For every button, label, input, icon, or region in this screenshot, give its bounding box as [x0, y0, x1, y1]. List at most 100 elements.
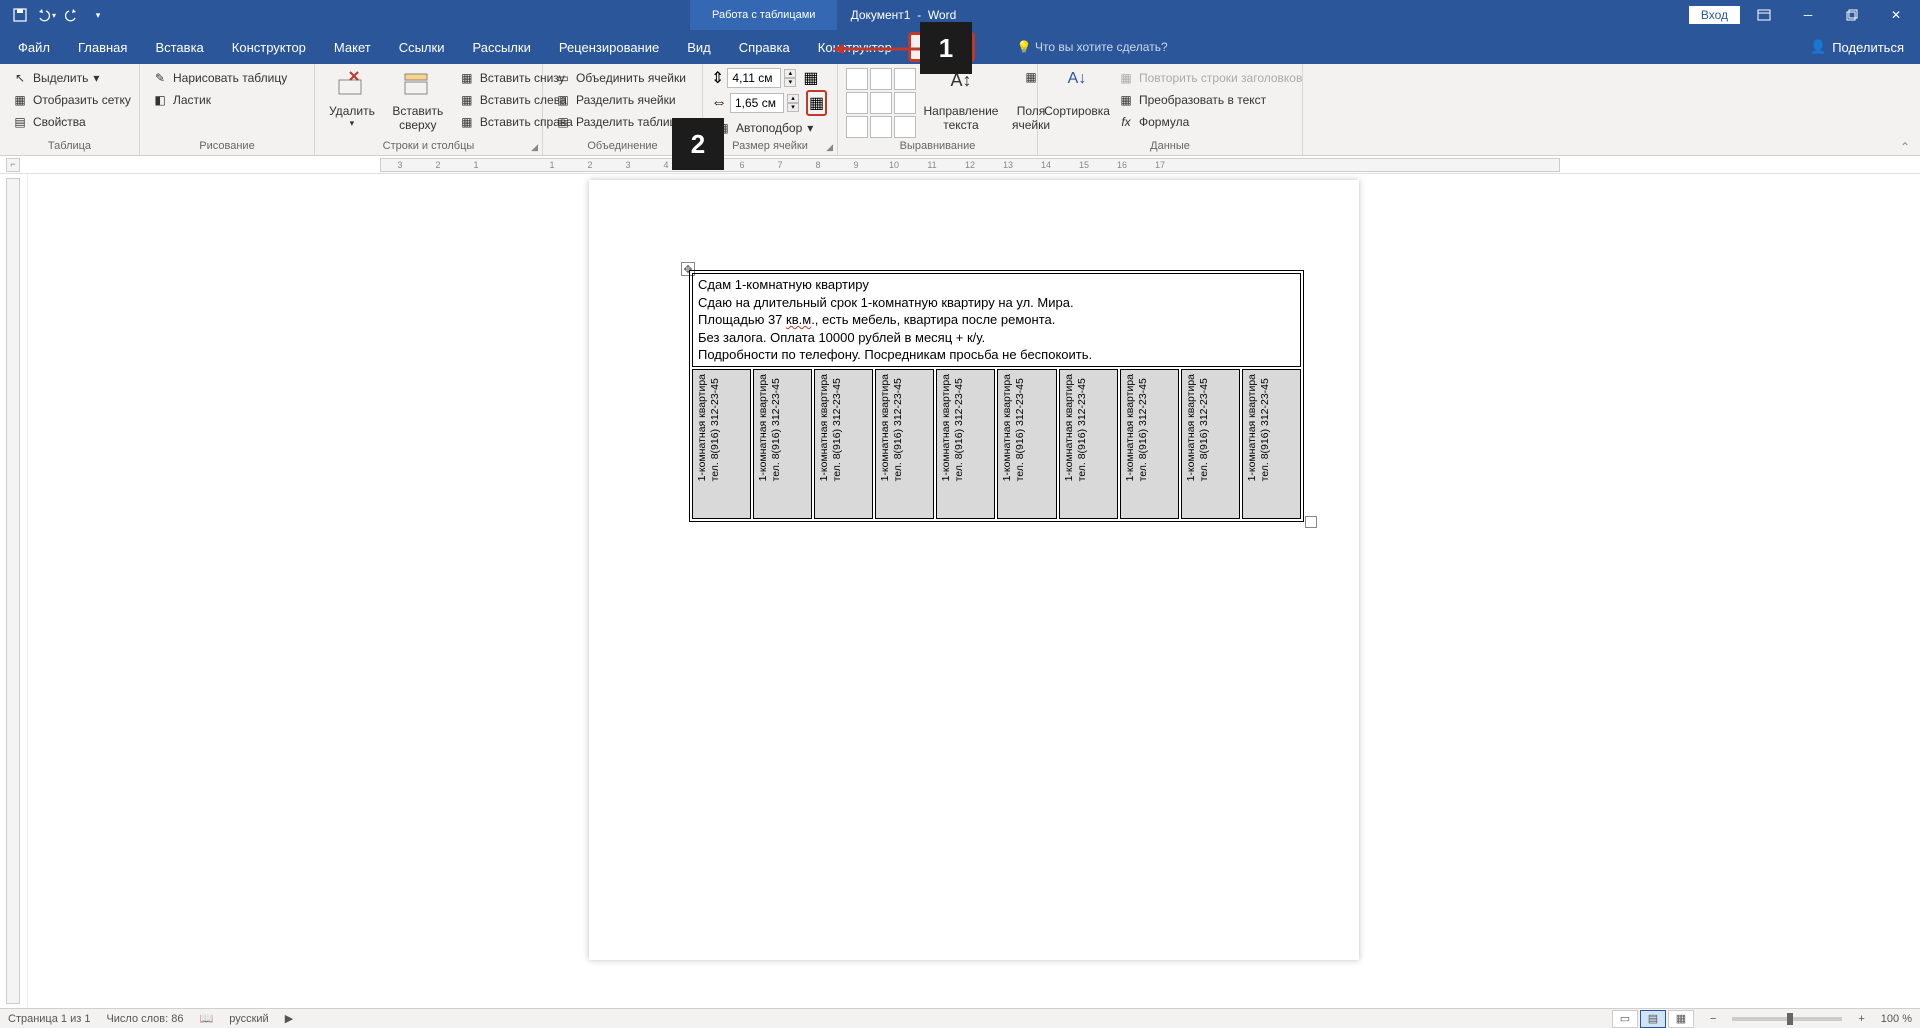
align-tc[interactable] — [870, 68, 892, 90]
document-table[interactable]: Сдам 1-комнатную квартиру Сдаю на длител… — [689, 270, 1304, 522]
zoom-level[interactable]: 100 % — [1881, 1013, 1912, 1025]
autofit-button[interactable]: ▦Автоподбор ▾ — [711, 118, 827, 138]
tab-home[interactable]: Главная — [64, 30, 141, 64]
split-icon: ▥ — [555, 92, 571, 108]
properties-button[interactable]: ▤Свойства — [8, 112, 135, 132]
qat-customize-icon[interactable]: ▾ — [88, 5, 108, 25]
view-print-layout[interactable]: ▤ — [1640, 1010, 1666, 1028]
tear-cell[interactable]: 1-комнатная квартирател. 8(916) 312-23-4… — [875, 369, 934, 519]
tell-me-search[interactable]: 💡 Что вы хотите сделать? — [977, 30, 1794, 64]
eraser-button[interactable]: ◧Ластик — [148, 90, 291, 110]
tab-layout[interactable]: Макет — [320, 30, 385, 64]
zoom-slider[interactable] — [1732, 1017, 1842, 1021]
split-cells-button[interactable]: ▥Разделить ячейки — [551, 90, 690, 110]
view-buttons: ▭ ▤ ▦ — [1612, 1010, 1694, 1028]
ribbon-display-icon[interactable] — [1744, 0, 1784, 30]
split-table-icon: ▤ — [555, 114, 571, 130]
col-width-input[interactable] — [730, 93, 784, 113]
align-tl[interactable] — [846, 68, 868, 90]
tab-design[interactable]: Конструктор — [218, 30, 320, 64]
zoom-out-button[interactable]: − — [1710, 1013, 1716, 1025]
zoom-in-button[interactable]: + — [1858, 1013, 1864, 1025]
align-bl[interactable] — [846, 116, 868, 138]
ruler-area: ⌐ 3211234567891011121314151617 — [0, 156, 1920, 174]
ad-line4: Без залога. Оплата 10000 рублей в месяц … — [698, 329, 1295, 347]
status-words[interactable]: Число слов: 86 — [106, 1013, 183, 1025]
tear-cell[interactable]: 1-комнатная квартирател. 8(916) 312-23-4… — [814, 369, 873, 519]
page-scroll-area[interactable]: ✥ Сдам 1-комнатную квартиру Сдаю на длит… — [28, 174, 1920, 1008]
login-button[interactable]: Вход — [1689, 6, 1740, 24]
minimize-button[interactable]: ─ — [1788, 0, 1828, 30]
distribute-rows-icon[interactable]: ▦ — [803, 68, 818, 88]
tear-cell[interactable]: 1-комнатная квартирател. 8(916) 312-23-4… — [1181, 369, 1240, 519]
row-height-spinner[interactable]: ⇕▴▾▦ — [711, 68, 827, 88]
group-rows-cols: Удалить▾ Вставить сверху ▦Вставить снизу… — [315, 64, 543, 155]
insert-above-icon — [402, 70, 434, 102]
dialog-launcher-icon[interactable]: ◢ — [826, 142, 833, 153]
tear-cell[interactable]: 1-комнатная квартирател. 8(916) 312-23-4… — [1242, 369, 1301, 519]
ad-line1: Сдам 1-комнатную квартиру — [698, 276, 1295, 294]
select-button[interactable]: ↖Выделить ▾ — [8, 68, 135, 88]
col-width-spinner[interactable]: ⇔▴▾▦ — [711, 90, 827, 116]
formula-button[interactable]: fxФормула — [1114, 112, 1306, 132]
maximize-button[interactable] — [1832, 0, 1872, 30]
convert-to-text-button[interactable]: ▦Преобразовать в текст — [1114, 90, 1306, 110]
tab-review[interactable]: Рецензирование — [545, 30, 673, 64]
draw-table-button[interactable]: ✎Нарисовать таблицу — [148, 68, 291, 88]
status-spell-icon[interactable]: 📖 — [200, 1012, 214, 1025]
align-ml[interactable] — [846, 92, 868, 114]
document-area: ✥ Сдам 1-комнатную квартиру Сдаю на длит… — [0, 174, 1920, 1008]
align-bc[interactable] — [870, 116, 892, 138]
tab-mailings[interactable]: Рассылки — [458, 30, 544, 64]
insert-above-button[interactable]: Вставить сверху — [387, 68, 449, 134]
share-button[interactable]: 👤Поделиться — [1794, 30, 1920, 64]
view-web-layout[interactable]: ▦ — [1668, 1010, 1694, 1028]
tab-references[interactable]: Ссылки — [385, 30, 459, 64]
dialog-launcher-icon[interactable]: ◢ — [531, 142, 538, 153]
align-br[interactable] — [894, 116, 916, 138]
status-macro-icon[interactable]: ▶ — [285, 1012, 293, 1025]
tear-cell[interactable]: 1-комнатная квартирател. 8(916) 312-23-4… — [997, 369, 1056, 519]
align-tr[interactable] — [894, 68, 916, 90]
status-page[interactable]: Страница 1 из 1 — [8, 1013, 90, 1025]
tear-cell[interactable]: 1-комнатная квартирател. 8(916) 312-23-4… — [692, 369, 751, 519]
view-gridlines-button[interactable]: ▦Отобразить сетку — [8, 90, 135, 110]
table-resize-handle[interactable] — [1305, 516, 1317, 528]
tab-view[interactable]: Вид — [673, 30, 725, 64]
tear-cell[interactable]: 1-комнатная квартирател. 8(916) 312-23-4… — [1059, 369, 1118, 519]
share-icon: 👤 — [1810, 39, 1826, 55]
close-button[interactable]: ✕ — [1876, 0, 1916, 30]
tear-cell[interactable]: 1-комнатная квартирател. 8(916) 312-23-4… — [936, 369, 995, 519]
col-width-icon: ⇔ — [711, 94, 727, 112]
split-table-button[interactable]: ▤Разделить таблицу — [551, 112, 690, 132]
table-header-cell[interactable]: Сдам 1-комнатную квартиру Сдаю на длител… — [692, 273, 1301, 367]
delete-button[interactable]: Удалить▾ — [323, 68, 381, 131]
view-read-mode[interactable]: ▭ — [1612, 1010, 1638, 1028]
sort-button[interactable]: A↓Сортировка — [1046, 68, 1108, 120]
to-text-icon: ▦ — [1118, 92, 1134, 108]
tab-help[interactable]: Справка — [725, 30, 804, 64]
align-mr[interactable] — [894, 92, 916, 114]
tab-insert[interactable]: Вставка — [141, 30, 217, 64]
tab-selector[interactable]: ⌐ — [6, 158, 20, 172]
collapse-ribbon-icon[interactable]: ⌃ — [1900, 140, 1910, 154]
tear-cell[interactable]: 1-комнатная квартирател. 8(916) 312-23-4… — [1120, 369, 1179, 519]
app-name: Word — [928, 8, 956, 22]
annotation-2: 2 — [672, 118, 724, 170]
group-label-table: Таблица — [8, 138, 131, 155]
vertical-ruler[interactable] — [0, 174, 28, 1008]
tear-cell[interactable]: 1-комнатная квартирател. 8(916) 312-23-4… — [753, 369, 812, 519]
align-mc[interactable] — [870, 92, 892, 114]
repeat-header-button[interactable]: ▦Повторить строки заголовков — [1114, 68, 1306, 88]
tab-file[interactable]: Файл — [4, 30, 64, 64]
status-lang[interactable]: русский — [229, 1013, 268, 1025]
merge-cells-button[interactable]: ▭Объединить ячейки — [551, 68, 690, 88]
undo-icon[interactable]: ▾ — [36, 5, 56, 25]
save-icon[interactable] — [10, 5, 30, 25]
distribute-cols-icon[interactable]: ▦ — [806, 90, 827, 116]
tell-me-label: Что вы хотите сделать? — [1035, 40, 1168, 54]
horizontal-ruler[interactable]: 3211234567891011121314151617 — [380, 158, 1560, 172]
text-direction-button[interactable]: A↕Направление текста — [922, 68, 1000, 134]
redo-icon[interactable] — [62, 5, 82, 25]
row-height-input[interactable] — [727, 68, 781, 88]
